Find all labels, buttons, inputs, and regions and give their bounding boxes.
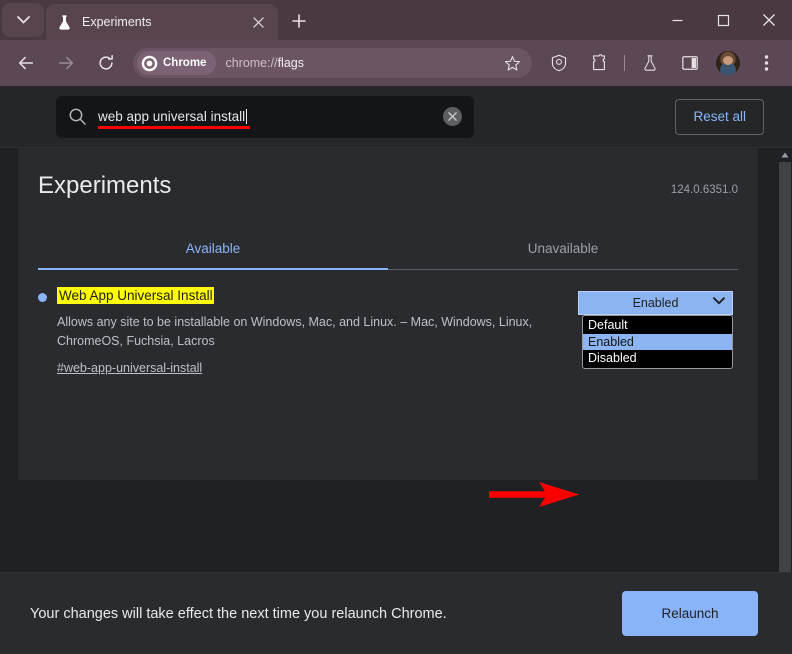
reload-button[interactable] — [91, 48, 121, 78]
minimize-button[interactable] — [654, 0, 700, 40]
experiments-tabs: Available Unavailable — [38, 230, 738, 270]
tab-search-button[interactable] — [2, 3, 44, 37]
maximize-icon — [717, 14, 729, 26]
chrome-chip-label: Chrome — [163, 57, 207, 69]
experiments-card: Experiments 124.0.6351.0 Available Unava… — [18, 148, 758, 480]
flag-entry-web-app-universal-install: Web App Universal Install Allows any sit… — [38, 270, 738, 375]
flags-search-header: web app universal install Reset all — [0, 86, 792, 148]
minimize-icon — [672, 19, 682, 21]
close-icon — [252, 16, 264, 28]
experiments-header-row: Experiments 124.0.6351.0 — [38, 172, 738, 200]
puzzle-icon — [593, 54, 605, 71]
side-panel-button[interactable] — [675, 48, 705, 78]
flag-modified-indicator — [38, 293, 47, 302]
forward-button[interactable] — [51, 48, 81, 78]
extensions-button[interactable] — [584, 48, 614, 78]
flags-scroll-area: Experiments 124.0.6351.0 Available Unava… — [0, 148, 792, 582]
side-panel-icon — [682, 56, 698, 70]
flag-title-line: Web App Universal Install — [38, 287, 564, 305]
browser-toolbar: Chrome chrome://flags — [0, 40, 792, 86]
flask-icon — [644, 55, 656, 71]
avatar[interactable] — [716, 51, 740, 75]
flask-icon — [59, 14, 70, 30]
back-button[interactable] — [11, 48, 41, 78]
flag-text-block: Web App Universal Install Allows any sit… — [38, 287, 578, 375]
tab-unavailable[interactable]: Unavailable — [388, 230, 738, 269]
close-icon — [763, 14, 775, 26]
chrome-logo-icon — [141, 55, 158, 71]
address-bar-url: chrome://flags — [225, 56, 304, 70]
star-icon — [504, 55, 520, 71]
close-window-button[interactable] — [746, 0, 792, 40]
flag-select-dropdown[interactable]: Default Enabled Disabled — [582, 315, 733, 369]
flags-page: web app universal install Reset all Expe… — [0, 86, 792, 654]
chevron-down-icon — [713, 297, 725, 305]
red-underline-annotation — [98, 125, 250, 129]
experiments-card-inner: Experiments 124.0.6351.0 Available Unava… — [18, 148, 758, 375]
reload-icon — [99, 54, 113, 70]
bookmark-button[interactable] — [498, 49, 526, 77]
search-icon — [69, 108, 86, 125]
tab-close-button[interactable] — [248, 12, 268, 32]
plus-icon — [292, 14, 306, 28]
close-icon — [448, 112, 457, 121]
shield-icon — [551, 54, 567, 72]
text-caret — [246, 108, 248, 124]
chevron-down-icon — [16, 16, 30, 24]
flag-permalink[interactable]: #web-app-universal-install — [38, 361, 564, 375]
chrome-origin-chip[interactable]: Chrome — [137, 51, 217, 75]
relaunch-bar: Your changes will take effect the next t… — [0, 572, 792, 654]
flag-control-block: Enabled Default Enabled Disabled — [578, 287, 738, 375]
title-bar: Experiments — [0, 0, 792, 40]
address-bar[interactable]: Chrome chrome://flags — [133, 48, 532, 78]
chrome-menu-button[interactable] — [751, 48, 781, 78]
three-dot-menu-icon — [764, 55, 768, 71]
search-value-wrap: web app universal install — [98, 108, 443, 129]
scroll-up-arrow-icon[interactable] — [781, 152, 789, 158]
forward-arrow-icon — [58, 56, 74, 70]
clear-search-button[interactable] — [443, 107, 462, 126]
url-scheme: chrome:// — [225, 56, 278, 70]
option-disabled[interactable]: Disabled — [583, 350, 732, 367]
browser-tab-experiments[interactable]: Experiments — [46, 4, 278, 40]
tracking-protection-button[interactable] — [544, 48, 574, 78]
relaunch-button[interactable]: Relaunch — [622, 591, 758, 636]
maximize-button[interactable] — [700, 0, 746, 40]
flag-select-value: Enabled — [632, 296, 679, 310]
vertical-scrollbar[interactable] — [777, 148, 792, 582]
tab-available[interactable]: Available — [38, 230, 388, 270]
new-tab-button[interactable] — [284, 6, 314, 36]
option-default[interactable]: Default — [583, 317, 732, 334]
flag-title: Web App Universal Install — [57, 287, 214, 304]
chrome-version-label: 124.0.6351.0 — [670, 184, 738, 196]
url-path: flags — [277, 56, 304, 70]
relaunch-message: Your changes will take effect the next t… — [30, 605, 447, 622]
flag-description: Allows any site to be installable on Win… — [57, 315, 533, 348]
window-controls — [654, 0, 792, 40]
red-arrow-annotation — [489, 482, 579, 507]
reset-all-button[interactable]: Reset all — [675, 98, 764, 135]
tab-title: Experiments — [82, 15, 152, 29]
back-arrow-icon — [18, 56, 34, 70]
flags-toolbar-button[interactable] — [635, 48, 665, 78]
option-enabled[interactable]: Enabled — [583, 333, 732, 350]
scrollbar-thumb[interactable] — [779, 162, 791, 576]
toolbar-divider — [624, 55, 625, 71]
search-value: web app universal install — [98, 108, 246, 124]
page-title: Experiments — [38, 172, 172, 199]
flag-select[interactable]: Enabled — [578, 291, 733, 315]
browser-window: Experiments Chrome chrome://flags web ap… — [0, 0, 792, 654]
search-input[interactable]: web app universal install — [56, 95, 474, 138]
